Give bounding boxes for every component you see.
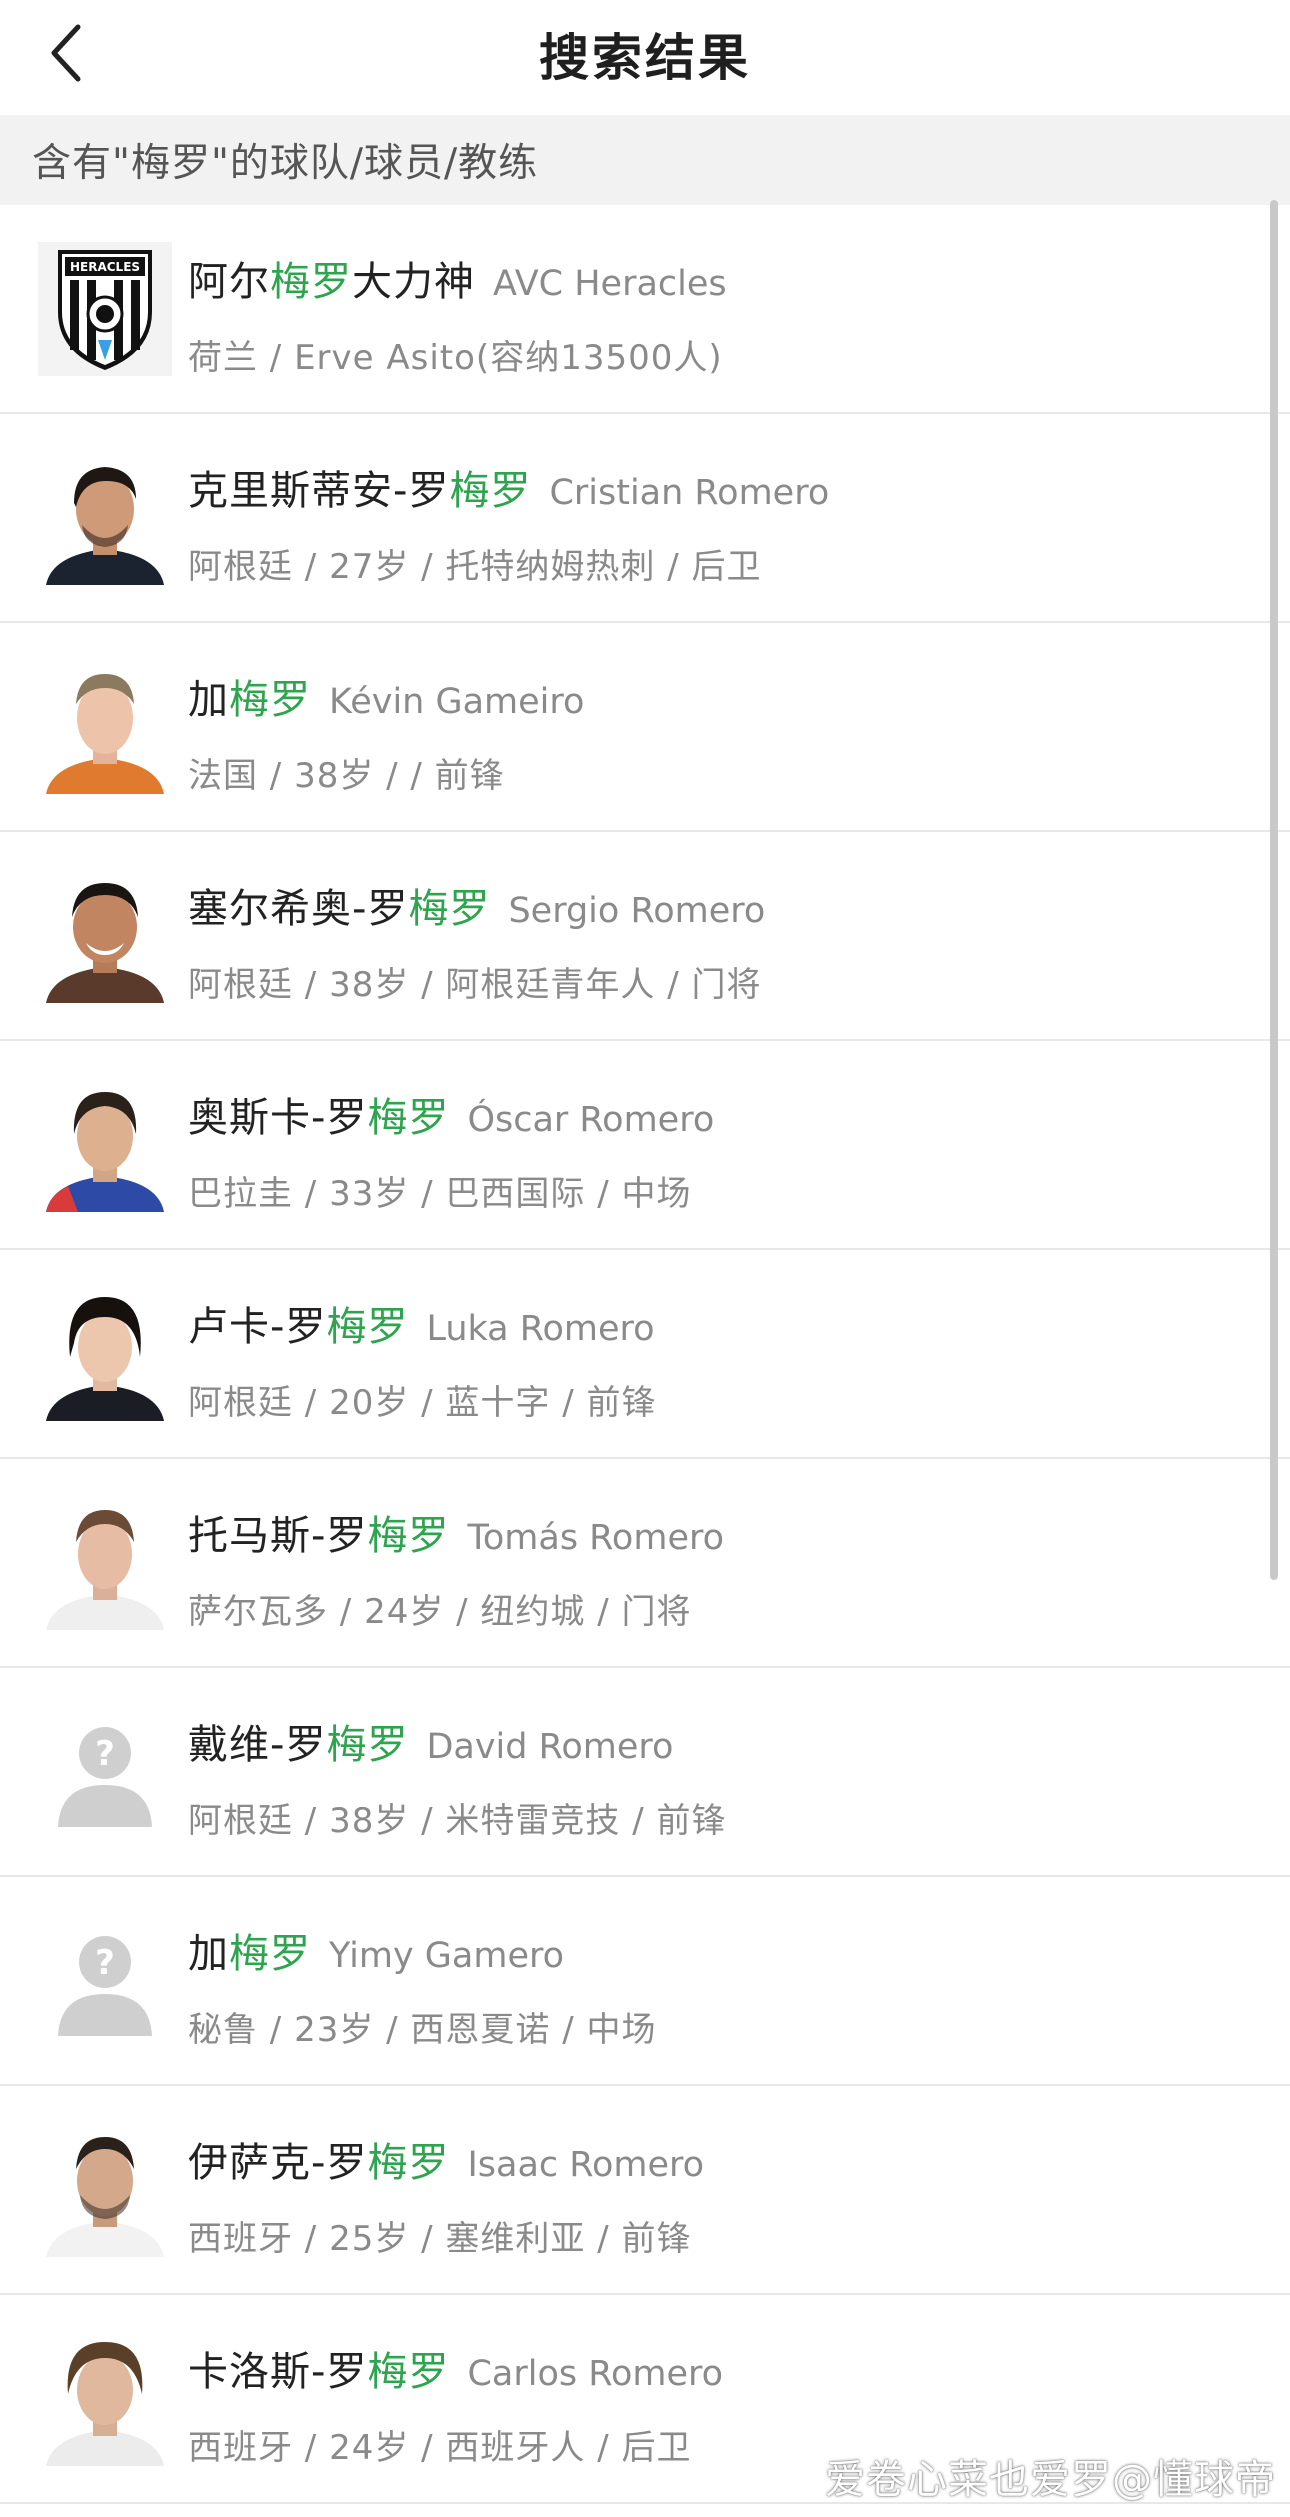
result-name: 戴维-罗梅罗 <box>188 1722 409 1768</box>
result-name-en: Carlos Romero <box>467 2354 724 2394</box>
result-name: 克里斯蒂安-罗梅罗 <box>188 468 532 514</box>
result-name-en: Sergio Romero <box>508 891 766 931</box>
result-meta: 秘鲁 / 23岁 / 西恩夏诺 / 中场 <box>188 2010 657 2050</box>
result-name-en: AVC Heracles <box>493 264 727 304</box>
player-photo <box>38 869 172 1003</box>
page-title: 搜索结果 <box>539 28 751 87</box>
result-name-en: Tomás Romero <box>467 1518 725 1558</box>
nav-bar: 搜索结果 <box>0 0 1290 115</box>
chevron-left-icon <box>51 24 81 82</box>
list-item[interactable]: 托马斯-罗梅罗 Tomás Romero 萨尔瓦多 / 24岁 / 纽约城 / … <box>0 1459 1290 1668</box>
user-placeholder-icon: ? <box>58 1936 152 2036</box>
list-item[interactable]: 克里斯蒂安-罗梅罗 Cristian Romero 阿根廷 / 27岁 / 托特… <box>0 414 1290 623</box>
result-name-en: Isaac Romero <box>467 2145 705 2185</box>
result-meta: 阿根廷 / 38岁 / 米特雷竞技 / 前锋 <box>188 1801 727 1841</box>
player-photo <box>38 1078 172 1212</box>
result-meta: 萨尔瓦多 / 24岁 / 纽约城 / 门将 <box>188 1592 692 1632</box>
list-item[interactable]: 塞尔希奥-罗梅罗 Sergio Romero 阿根廷 / 38岁 / 阿根廷青年… <box>0 832 1290 1041</box>
list-item[interactable]: 加梅罗 Kévin Gameiro 法国 / 38岁 / / 前锋 <box>0 623 1290 832</box>
player-photo <box>38 2332 172 2466</box>
user-placeholder-icon: ? <box>58 1727 152 1827</box>
avatar: ? <box>38 1914 172 2048</box>
player-photo <box>38 1496 172 1630</box>
result-meta: 阿根廷 / 38岁 / 阿根廷青年人 / 门将 <box>188 965 762 1005</box>
team-logo: HERACLES <box>38 242 172 376</box>
list-item[interactable]: ? 加梅罗 Yimy Gamero 秘鲁 / 23岁 / 西恩夏诺 / 中场 <box>0 1877 1290 2086</box>
list-item[interactable]: HERACLES 阿尔梅罗大力神 AVC Heracles 荷兰 / Erve … <box>0 205 1290 414</box>
result-name: 塞尔希奥-罗梅罗 <box>188 886 491 932</box>
result-name-en: Óscar Romero <box>467 1100 715 1140</box>
result-name-en: David Romero <box>426 1727 674 1767</box>
result-name: 加梅罗 <box>188 677 311 723</box>
result-meta: 法国 / 38岁 / / 前锋 <box>188 756 505 796</box>
result-name: 奥斯卡-罗梅罗 <box>188 1095 450 1141</box>
back-button[interactable] <box>36 18 96 88</box>
list-item[interactable]: ? 戴维-罗梅罗 David Romero 阿根廷 / 38岁 / 米特雷竞技 … <box>0 1668 1290 1877</box>
heracles-logo: HERACLES <box>38 242 172 376</box>
result-meta: 阿根廷 / 27岁 / 托特纳姆热刺 / 后卫 <box>188 547 762 587</box>
result-meta: 阿根廷 / 20岁 / 蓝十字 / 前锋 <box>188 1383 657 1423</box>
result-name: 伊萨克-罗梅罗 <box>188 2140 450 2186</box>
result-name-en: Kévin Gameiro <box>329 682 585 722</box>
result-name: 卡洛斯-罗梅罗 <box>188 2349 450 2395</box>
list-item[interactable]: 伊萨克-罗梅罗 Isaac Romero 西班牙 / 25岁 / 塞维利亚 / … <box>0 2086 1290 2295</box>
result-meta: 西班牙 / 25岁 / 塞维利亚 / 前锋 <box>188 2219 692 2259</box>
avatar: ? <box>38 1705 172 1839</box>
result-meta: 荷兰 / Erve Asito(容纳13500人) <box>188 338 723 378</box>
list-item[interactable]: 奥斯卡-罗梅罗 Óscar Romero 巴拉圭 / 33岁 / 巴西国际 / … <box>0 1041 1290 1250</box>
svg-text:HERACLES: HERACLES <box>70 260 140 274</box>
svg-text:?: ? <box>95 1734 115 1774</box>
result-name: 阿尔梅罗大力神 <box>188 259 475 305</box>
player-photo <box>38 2123 172 2257</box>
watermark: 爱卷心菜也爱罗@懂球帝 <box>825 2457 1276 2503</box>
result-name-en: Yimy Gamero <box>329 1936 565 1976</box>
result-name-en: Cristian Romero <box>549 473 830 513</box>
result-meta: 西班牙 / 24岁 / 西班牙人 / 后卫 <box>188 2428 692 2468</box>
player-photo <box>38 660 172 794</box>
results-list: HERACLES 阿尔梅罗大力神 AVC Heracles 荷兰 / Erve … <box>0 205 1290 2504</box>
svg-text:?: ? <box>95 1943 115 1983</box>
result-meta: 巴拉圭 / 33岁 / 巴西国际 / 中场 <box>188 1174 692 1214</box>
list-item[interactable]: 卢卡-罗梅罗 Luka Romero 阿根廷 / 20岁 / 蓝十字 / 前锋 <box>0 1250 1290 1459</box>
result-name: 加梅罗 <box>188 1931 311 1977</box>
player-photo <box>38 1287 172 1421</box>
result-name: 托马斯-罗梅罗 <box>188 1513 450 1559</box>
result-name-en: Luka Romero <box>426 1309 655 1349</box>
player-photo <box>38 451 172 585</box>
section-label: 含有"梅罗"的球队/球员/教练 <box>32 141 539 186</box>
section-header: 含有"梅罗"的球队/球员/教练 <box>0 115 1290 205</box>
result-name: 卢卡-罗梅罗 <box>188 1304 409 1350</box>
scrollbar[interactable] <box>1270 200 1278 1580</box>
